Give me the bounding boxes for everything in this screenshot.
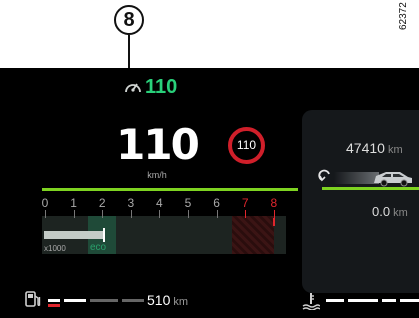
accent-line	[42, 188, 298, 191]
odometer-unit: km	[387, 144, 403, 156]
callout-number: 8	[114, 5, 144, 35]
coolant-gauge-segment	[400, 299, 419, 302]
current-speed: 110	[116, 120, 200, 169]
redline-marker	[273, 218, 275, 226]
tacho-scale-label: 2	[98, 196, 106, 210]
tacho-scale-label: 8	[270, 196, 278, 210]
trip-panel	[302, 110, 419, 293]
fuel-pump-icon	[25, 291, 41, 307]
fuel-gauge-segment	[122, 299, 144, 302]
fuel-gauge-segment	[90, 299, 118, 302]
coolant-gauge-segment	[326, 299, 344, 302]
redline-zone	[232, 216, 274, 254]
tacho-scale-label: 4	[156, 196, 163, 210]
rpm-multiplier-label: x1000	[44, 244, 66, 253]
coolant-temperature-icon	[302, 293, 320, 310]
speed-limiter: 110	[124, 76, 177, 98]
tacho-scale-label: 0	[41, 196, 49, 210]
tacho-tick	[273, 210, 275, 218]
coolant-gauge-segment	[382, 299, 396, 302]
trip-unit: km	[393, 207, 408, 219]
speed-limit-sign: 110	[228, 127, 265, 164]
tacho-scale-label: 1	[70, 196, 77, 210]
rpm-bar	[44, 231, 103, 239]
instrument-cluster: 110 110 km/h 110 x1000 eco 0 1 2 3 4 5 6 7 8 510…	[0, 68, 419, 318]
tacho-tick	[188, 210, 189, 218]
figure-reference-code: 62372	[398, 2, 409, 30]
car-silhouette-icon	[334, 172, 412, 187]
tacho-tick	[159, 210, 161, 218]
fuel-gauge-segment	[64, 299, 86, 302]
main-panel: 110 110 km/h 110 x1000 eco 0 1 2 3 4 5 6 7 8 510…	[0, 68, 298, 318]
tacho-scale-label: 6	[213, 196, 220, 210]
fuel-gauge-segment	[48, 299, 60, 302]
fuel-range: 510 km	[147, 292, 188, 308]
coolant-gauge-segment	[348, 299, 378, 302]
fuel-range-value: 510	[147, 292, 171, 308]
fuel-range-unit: km	[173, 296, 189, 308]
tacho-tick	[216, 210, 218, 218]
tacho-tick	[73, 210, 75, 218]
fuel-low-marker	[48, 304, 60, 307]
eco-label: eco	[90, 242, 107, 253]
odometer: 47410 km	[346, 140, 403, 156]
tacho-scale-label: 7	[241, 196, 249, 210]
speed-limiter-icon	[125, 83, 141, 93]
reset-icon	[318, 169, 330, 182]
odometer-value: 47410	[346, 140, 385, 156]
trip-distance: 0.0 km	[372, 204, 408, 219]
rpm-cursor	[103, 228, 105, 242]
callout-leader-line	[128, 35, 130, 70]
tacho-tick	[245, 210, 247, 218]
tacho-scale-label: 5	[184, 196, 192, 210]
trip-value: 0.0	[372, 204, 391, 219]
speed-unit: km/h	[147, 170, 167, 180]
tacho-tick	[45, 210, 46, 218]
accent-line-right	[322, 187, 419, 190]
tacho-tick	[102, 210, 104, 218]
tacho-scale-label: 3	[127, 196, 135, 210]
speed-limit-value: 110	[236, 138, 257, 152]
tacho-tick	[130, 210, 132, 218]
speed-limiter-value: 110	[145, 76, 178, 98]
